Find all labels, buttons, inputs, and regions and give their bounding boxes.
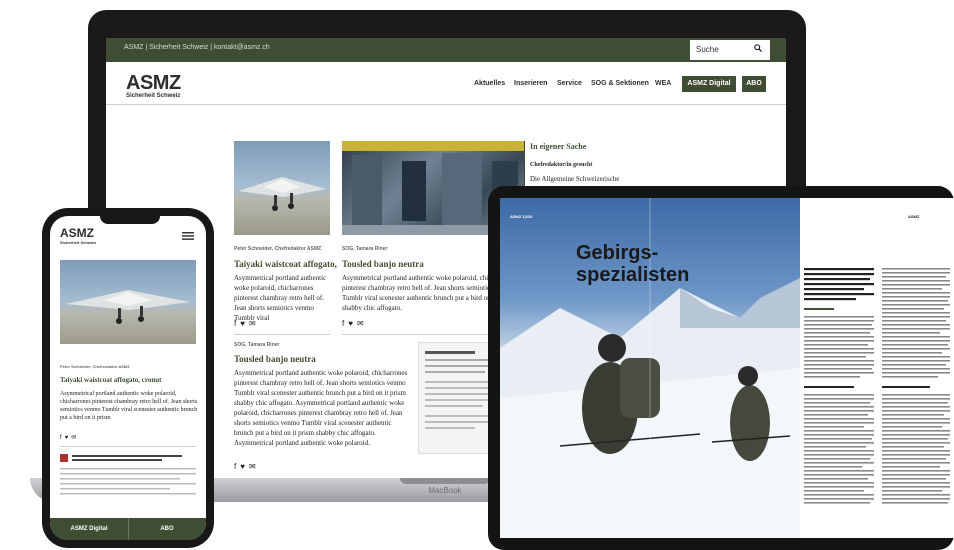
top-bar-text: ASMZ | Sicherheit Schweiz | kontakt@asmz… (124, 44, 270, 51)
magazine-page-tag: ASMZ (908, 214, 920, 219)
article-excerpt: Asymmetrical portland authentic woke pol… (234, 369, 408, 447)
menu-icon[interactable] (182, 232, 194, 240)
top-bar: ASMZ | Sicherheit Schweiz | kontakt@asmz… (106, 38, 786, 62)
share-icons: f♥✉ (342, 319, 368, 328)
share-icons: f♥✉ (234, 319, 260, 328)
twitter-icon[interactable]: ♥ (348, 319, 357, 328)
phone-article-excerpt: Asymmetrical portland authentic woke pol… (60, 391, 198, 421)
site-logo[interactable]: ASMZ (126, 72, 181, 95)
drone-illustration (238, 177, 326, 211)
site-logo-subtitle: Sicherheit Schweiz (126, 93, 181, 99)
search-icon[interactable] (754, 44, 762, 52)
nav-item-service[interactable]: Service (557, 80, 582, 87)
search-placeholder: Suche (696, 45, 719, 54)
phone-article-image[interactable] (60, 260, 196, 344)
asmz-digital-button[interactable]: ASMZ Digital (682, 76, 736, 92)
headline-line-1: Gebirgs- (576, 242, 659, 264)
mail-icon[interactable]: ✉ (249, 319, 260, 328)
article-byline: SOG, Tamara Riner (234, 342, 280, 348)
article-excerpt: Asymmetrical portland authentic woke pol… (234, 274, 327, 322)
phone-logo[interactable]: ASMZ (60, 226, 94, 240)
sidebar-text: Die Allgemeine Schweizerische (530, 175, 620, 183)
phone-screen: ASMZ Sicherheit Schweiz Peter Schneider,… (50, 216, 206, 540)
nav-item-sog-sektionen[interactable]: SOG & Sektionen (591, 80, 649, 87)
document-lines (425, 351, 493, 429)
search-input[interactable]: Suche (690, 40, 770, 60)
header-divider (106, 104, 786, 105)
phone-share-icons: f♥✉ (60, 434, 79, 441)
article-byline: SOG, Tamara Riner (342, 246, 388, 252)
article-image-drone[interactable] (234, 141, 330, 235)
mail-icon[interactable]: ✉ (71, 435, 79, 441)
phone-article-byline: Peter Schneider, Chefredaktor ASMZ (60, 364, 130, 369)
article-divider (234, 334, 330, 335)
laptop-notch (400, 478, 490, 484)
magazine-issue-label: ASMZ 12/20 (510, 214, 533, 219)
article-title[interactable]: Tousled banjo neutra (234, 354, 316, 364)
sidebar-title: In eigener Sache (530, 142, 587, 151)
nav-item-inserieren[interactable]: Inserieren (514, 80, 547, 87)
phone-asmz-digital-button[interactable]: ASMZ Digital (50, 518, 129, 540)
mail-icon[interactable]: ✉ (249, 462, 260, 471)
mail-icon[interactable]: ✉ (357, 319, 368, 328)
sidebar-subtitle[interactable]: Chefredaktor/in gesucht (530, 162, 592, 168)
phone-notch (100, 212, 160, 224)
phone-document-preview[interactable] (60, 452, 196, 512)
headline-line-2: spezialisten (576, 264, 690, 286)
phone-abo-button[interactable]: ABO (128, 518, 206, 540)
tablet-screen: ASMZ 12/20 Gebirgs- spezialisten ASMZ (500, 198, 954, 538)
article-title[interactable]: Taiyaki waistcoat affogato, (234, 259, 337, 269)
nav-item-aktuelles[interactable]: Aktuelles (474, 80, 505, 87)
phone-divider (60, 446, 196, 447)
article-byline: Peter Schneider, Chefredaktor ASMZ (234, 246, 322, 252)
phone-article-title[interactable]: Taiyaki waistcoat affogato, cronut (60, 376, 162, 384)
phone-logo-subtitle: Sicherheit Schweiz (60, 240, 97, 245)
laptop-brand-label: MacBook (428, 486, 462, 495)
magazine-text-columns (804, 268, 950, 504)
drone-illustration (66, 290, 190, 324)
abo-button[interactable]: ABO (742, 76, 766, 92)
article-title[interactable]: Tousled banjo neutra (342, 259, 424, 269)
phone-bottom-bar: ASMZ Digital ABO (50, 518, 206, 540)
share-icons: f♥✉ (234, 462, 260, 471)
twitter-icon[interactable]: ♥ (240, 319, 249, 328)
magazine-headline: Gebirgs- spezialisten (576, 242, 689, 286)
twitter-icon[interactable]: ♥ (240, 462, 249, 471)
nav-item-wea[interactable]: WEA (655, 80, 671, 87)
